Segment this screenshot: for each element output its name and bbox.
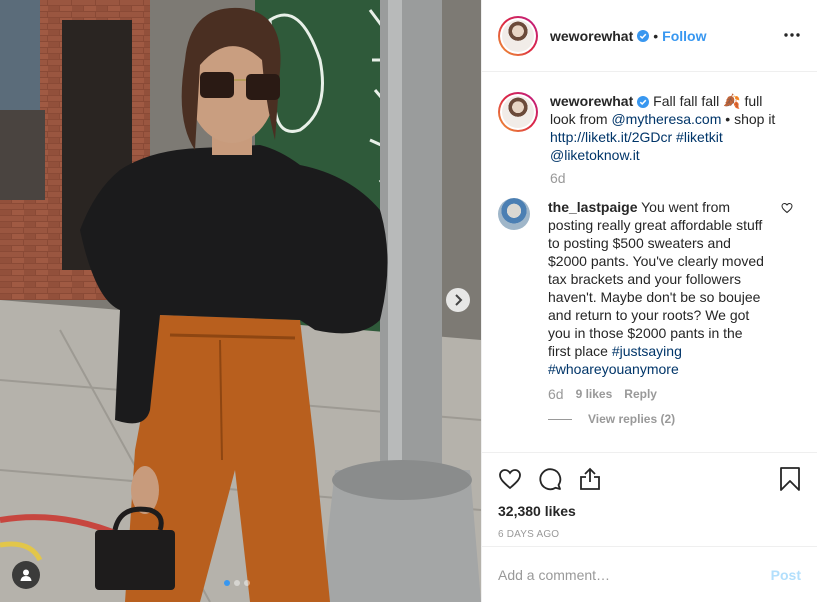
caption: weworewhat Fall fall fall 🍂 full look fr… xyxy=(498,92,801,164)
comment-text: the_lastpaige You went from posting real… xyxy=(548,198,768,378)
add-comment-input[interactable] xyxy=(498,566,771,583)
caption-username[interactable]: weworewhat xyxy=(550,93,633,109)
replies-divider xyxy=(548,418,572,420)
view-replies-label: View replies (2) xyxy=(588,412,676,426)
comment-icon[interactable] xyxy=(538,467,562,491)
comment-body: You went from posting really great affor… xyxy=(548,199,764,359)
view-replies-button[interactable]: View replies (2) xyxy=(548,412,801,426)
carousel-indicator xyxy=(224,580,250,586)
chevron-right-icon xyxy=(455,294,463,306)
share-icon[interactable] xyxy=(578,467,602,491)
user-tag-icon xyxy=(20,569,32,581)
bookmark-icon[interactable] xyxy=(779,467,801,491)
separator-dot: • xyxy=(653,27,659,44)
comments-list[interactable]: weworewhat Fall fall fall 🍂 full look fr… xyxy=(482,72,817,452)
author-avatar[interactable] xyxy=(498,15,538,56)
url-link[interactable]: http://liketk.it/2GDcr xyxy=(550,129,672,145)
carousel-dot xyxy=(244,580,250,586)
caption-text: weworewhat Fall fall fall 🍂 full look fr… xyxy=(550,92,790,164)
commenter-avatar[interactable] xyxy=(498,198,530,230)
post-comment-button[interactable]: Post xyxy=(771,567,801,583)
post-likes-count[interactable]: 32,380 likes xyxy=(498,503,801,519)
commenter-username[interactable]: the_lastpaige xyxy=(548,199,637,215)
heart-icon[interactable] xyxy=(498,467,522,491)
post-image xyxy=(0,0,481,602)
caption-author-avatar[interactable] xyxy=(498,92,538,132)
mention-link[interactable]: @mytheresa.com xyxy=(611,111,721,127)
verified-badge-icon xyxy=(637,29,650,42)
post-header: weworewhat • Follow xyxy=(482,0,817,72)
mention-link[interactable]: @liketoknow.it xyxy=(550,147,640,163)
avatar-image xyxy=(502,96,534,128)
like-comment-heart-icon[interactable] xyxy=(781,202,793,214)
follow-button[interactable]: Follow xyxy=(662,28,706,44)
next-photo-button[interactable] xyxy=(446,288,470,312)
more-options-icon[interactable] xyxy=(783,26,801,44)
post-timestamp: 6 DAYS AGO xyxy=(498,529,560,540)
user-tags-button[interactable] xyxy=(12,561,40,589)
comment-item: the_lastpaige You went from posting real… xyxy=(498,198,801,378)
avatar-image xyxy=(502,19,534,52)
caption-body: • shop it xyxy=(721,111,776,127)
author-username[interactable]: weworewhat xyxy=(550,28,633,44)
post-photo[interactable] xyxy=(0,0,481,602)
hashtag-link[interactable]: #liketkit xyxy=(676,129,723,145)
comment-meta: 6d 9 likes Reply xyxy=(548,386,801,402)
post-actions: 32,380 likes 6 DAYS AGO xyxy=(482,452,817,540)
caption-timestamp: 6d xyxy=(550,170,566,186)
carousel-dot xyxy=(234,580,240,586)
add-comment-bar: Post xyxy=(482,546,817,602)
verified-badge-icon xyxy=(637,96,650,108)
comment-likes[interactable]: 9 likes xyxy=(576,387,613,401)
comment-timestamp: 6d xyxy=(548,386,564,402)
reply-button[interactable]: Reply xyxy=(624,387,657,401)
hashtag-link[interactable]: #justsaying xyxy=(612,343,682,359)
post-details-panel: weworewhat • Follow weworewhat Fall fall… xyxy=(481,0,817,602)
hashtag-link[interactable]: #whoareyouanymore xyxy=(548,361,679,377)
action-icons xyxy=(498,463,801,495)
carousel-dot xyxy=(224,580,230,586)
